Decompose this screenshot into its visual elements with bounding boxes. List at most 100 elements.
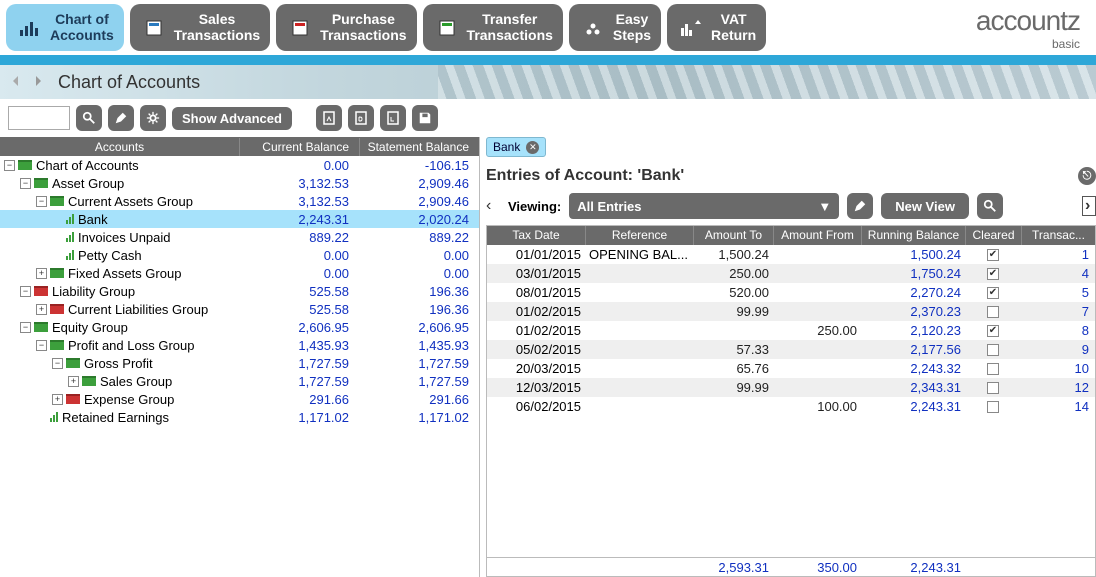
divider-bar — [0, 55, 1096, 65]
checkbox-icon[interactable]: ✔ — [987, 249, 999, 261]
tree-row[interactable]: +Fixed Assets Group0.000.00 — [0, 264, 479, 282]
tree-row[interactable]: +Expense Group291.66291.66 — [0, 390, 479, 408]
cell-amount-from — [773, 292, 861, 294]
nav-transfer[interactable]: TransferTransactions — [423, 4, 563, 51]
grid-row[interactable]: 01/02/2015250.002,120.23✔8 — [487, 321, 1095, 340]
new-view-button[interactable]: New View — [881, 193, 969, 219]
col-cleared[interactable]: Cleared — [965, 226, 1021, 245]
col-transaction[interactable]: Transac... — [1021, 226, 1095, 245]
col-statement-balance[interactable]: Statement Balance — [359, 138, 479, 156]
nav-purchase[interactable]: PurchaseTransactions — [276, 4, 416, 51]
tree-toggle-icon[interactable]: − — [20, 322, 31, 333]
close-icon[interactable]: ✕ — [526, 141, 539, 154]
cell-amount-to: 99.99 — [693, 379, 773, 396]
search-entries-button[interactable] — [977, 193, 1003, 219]
statement-balance: 291.66 — [359, 392, 479, 407]
checkbox-icon[interactable] — [987, 344, 999, 356]
col-accounts[interactable]: Accounts — [0, 138, 239, 156]
tree-row[interactable]: Retained Earnings1,171.021,171.02 — [0, 408, 479, 426]
show-advanced-button[interactable]: Show Advanced — [172, 107, 292, 130]
settings-button[interactable] — [140, 105, 166, 131]
doc-button-2[interactable] — [348, 105, 374, 131]
view-select[interactable]: All Entries ▼ — [569, 193, 839, 219]
grid-row[interactable]: 06/02/2015100.002,243.3114 — [487, 397, 1095, 416]
next-view-icon[interactable]: › — [1082, 196, 1096, 216]
doc-button-1[interactable] — [316, 105, 342, 131]
tree-toggle-icon[interactable]: − — [52, 358, 63, 369]
col-reference[interactable]: Reference — [585, 226, 693, 245]
cell-cleared[interactable]: ✔ — [965, 267, 1021, 281]
tree-row[interactable]: Invoices Unpaid889.22889.22 — [0, 228, 479, 246]
tree-toggle-icon[interactable]: − — [20, 178, 31, 189]
cell-cleared[interactable] — [965, 343, 1021, 357]
tree-row[interactable]: +Current Liabilities Group525.58196.36 — [0, 300, 479, 318]
tree-row[interactable]: −Chart of Accounts0.00-106.15 — [0, 156, 479, 174]
tree-row[interactable]: −Profit and Loss Group1,435.931,435.93 — [0, 336, 479, 354]
cell-running-balance: 2,177.56 — [861, 341, 965, 358]
checkbox-icon[interactable]: ✔ — [987, 287, 999, 299]
edit-view-button[interactable] — [847, 193, 873, 219]
back-arrow-icon[interactable] — [8, 73, 26, 91]
cell-cleared[interactable]: ✔ — [965, 286, 1021, 300]
cell-cleared[interactable]: ✔ — [965, 248, 1021, 262]
checkbox-icon[interactable] — [987, 363, 999, 375]
cell-cleared[interactable] — [965, 381, 1021, 395]
tree-row[interactable]: −Liability Group525.58196.36 — [0, 282, 479, 300]
tree-toggle-icon[interactable]: + — [68, 376, 79, 387]
search-button[interactable] — [76, 105, 102, 131]
tree-row[interactable]: −Asset Group3,132.532,909.46 — [0, 174, 479, 192]
grid-row[interactable]: 01/02/201599.992,370.237 — [487, 302, 1095, 321]
grid-row[interactable]: 12/03/201599.992,343.3112 — [487, 378, 1095, 397]
cell-cleared[interactable] — [965, 400, 1021, 414]
doc-green-icon — [433, 14, 461, 42]
tree-toggle-icon[interactable]: − — [20, 286, 31, 297]
col-amount-from[interactable]: Amount From — [773, 226, 861, 245]
cell-amount-from — [773, 368, 861, 370]
checkbox-icon[interactable]: ✔ — [987, 325, 999, 337]
col-running-balance[interactable]: Running Balance — [861, 226, 965, 245]
link-icon[interactable]: ⎋ — [1078, 167, 1096, 185]
tree-toggle-icon[interactable]: + — [52, 394, 63, 405]
checkbox-icon[interactable] — [987, 306, 999, 318]
checkbox-icon[interactable]: ✔ — [987, 268, 999, 280]
account-tab-chip[interactable]: Bank ✕ — [486, 137, 546, 157]
col-tax-date[interactable]: Tax Date — [487, 226, 585, 245]
grid-row[interactable]: 08/01/2015520.002,270.24✔5 — [487, 283, 1095, 302]
cell-cleared[interactable] — [965, 305, 1021, 319]
account-name: Chart of Accounts — [36, 158, 139, 173]
tree-toggle-icon[interactable]: − — [36, 196, 47, 207]
col-current-balance[interactable]: Current Balance — [239, 138, 359, 156]
cell-cleared[interactable]: ✔ — [965, 324, 1021, 338]
save-button[interactable] — [412, 105, 438, 131]
grid-body[interactable]: 01/01/2015OPENING BAL...1,500.241,500.24… — [487, 245, 1095, 557]
tree-toggle-icon[interactable]: + — [36, 268, 47, 279]
grid-row[interactable]: 20/03/201565.762,243.3210 — [487, 359, 1095, 378]
nav-chart-of[interactable]: Chart ofAccounts — [6, 4, 124, 51]
tree-toggle-icon[interactable]: − — [36, 340, 47, 351]
tree-row[interactable]: −Equity Group2,606.952,606.95 — [0, 318, 479, 336]
grid-row[interactable]: 03/01/2015250.001,750.24✔4 — [487, 264, 1095, 283]
tree-toggle-icon[interactable]: − — [4, 160, 15, 171]
nav-vat[interactable]: VATReturn — [667, 4, 766, 51]
prev-view-icon[interactable]: ‹ — [486, 197, 500, 215]
tree-row[interactable]: −Current Assets Group3,132.532,909.46 — [0, 192, 479, 210]
cell-transaction: 4 — [1021, 265, 1095, 282]
col-amount-to[interactable]: Amount To — [693, 226, 773, 245]
nav-sales[interactable]: SalesTransactions — [130, 4, 270, 51]
checkbox-icon[interactable] — [987, 382, 999, 394]
grid-row[interactable]: 01/01/2015OPENING BAL...1,500.241,500.24… — [487, 245, 1095, 264]
tree-row[interactable]: +Sales Group1,727.591,727.59 — [0, 372, 479, 390]
tree-row[interactable]: Bank2,243.312,020.24 — [0, 210, 479, 228]
edit-button[interactable] — [108, 105, 134, 131]
cell-cleared[interactable] — [965, 362, 1021, 376]
doc-button-3[interactable] — [380, 105, 406, 131]
checkbox-icon[interactable] — [987, 401, 999, 413]
search-input[interactable] — [8, 106, 70, 130]
grid-row[interactable]: 05/02/201557.332,177.569 — [487, 340, 1095, 359]
tree-body[interactable]: −Chart of Accounts0.00-106.15−Asset Grou… — [0, 156, 479, 577]
nav-easy[interactable]: EasySteps — [569, 4, 661, 51]
forward-arrow-icon[interactable] — [30, 73, 48, 91]
tree-row[interactable]: −Gross Profit1,727.591,727.59 — [0, 354, 479, 372]
tree-row[interactable]: Petty Cash0.000.00 — [0, 246, 479, 264]
tree-toggle-icon[interactable]: + — [36, 304, 47, 315]
